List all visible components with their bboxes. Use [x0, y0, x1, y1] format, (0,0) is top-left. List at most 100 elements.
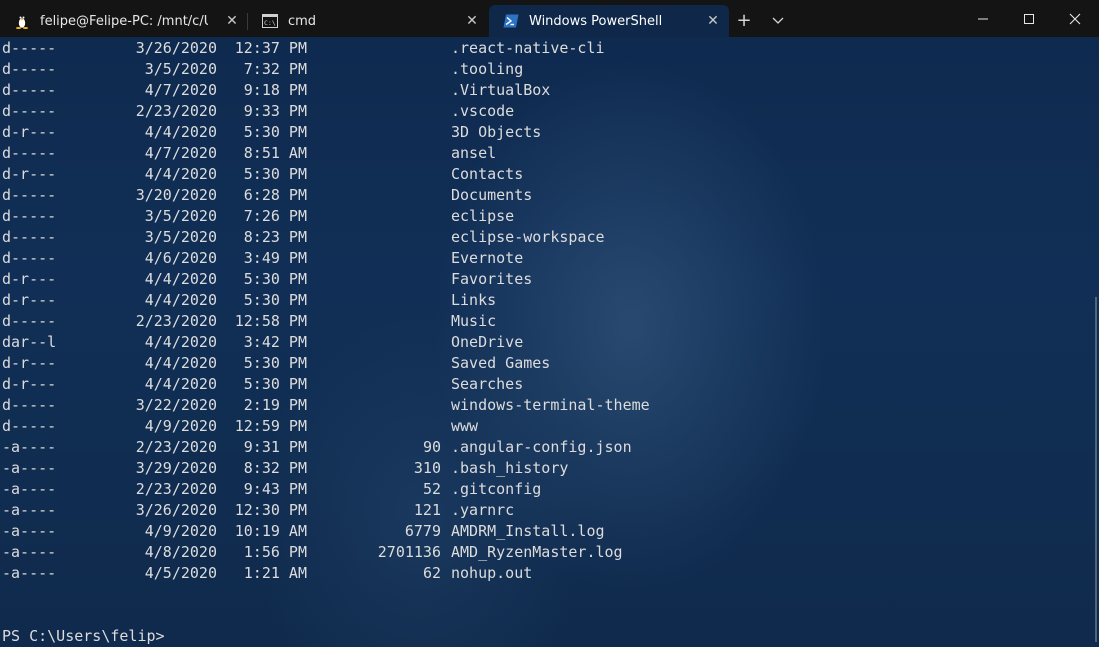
- minimize-icon: [978, 18, 988, 19]
- date-cell: 4/9/2020: [144, 522, 217, 540]
- mode-cell: d-----: [2, 312, 57, 330]
- name-cell: .VirtualBox: [451, 81, 551, 99]
- time-cell: 12:30 PM: [234, 501, 307, 519]
- terminal-output[interactable]: d----- 3/26/2020 12:37 PM .react-native-cli…: [0, 37, 1099, 647]
- mode-cell: -a----: [2, 501, 57, 519]
- length-cell: 121: [413, 501, 441, 519]
- mode-cell: -a----: [2, 543, 57, 561]
- close-icon[interactable]: ✕: [464, 13, 480, 29]
- name-cell: Saved Games: [451, 354, 551, 372]
- name-cell: Music: [451, 312, 497, 330]
- time-cell: 1:56 PM: [243, 543, 307, 561]
- date-cell: 4/4/2020: [144, 270, 217, 288]
- time-cell: 12:58 PM: [234, 312, 307, 330]
- date-cell: 4/4/2020: [144, 375, 217, 393]
- mode-cell: d-----: [2, 102, 57, 120]
- time-cell: 8:51 AM: [243, 144, 307, 162]
- time-cell: 5:30 PM: [243, 354, 307, 372]
- mode-cell: d-r---: [2, 375, 57, 393]
- length-cell: 6779: [404, 522, 441, 540]
- close-icon[interactable]: ✕: [224, 13, 240, 29]
- time-cell: 2:19 PM: [243, 396, 307, 414]
- mode-cell: d-----: [2, 81, 57, 99]
- prompt: PS C:\Users\felip>: [2, 627, 165, 645]
- tab-bar: felipe@Felipe-PC: /mnt/c/Users/ ✕ C:\ cm…: [0, 0, 1099, 37]
- date-cell: 2/23/2020: [135, 438, 217, 456]
- name-cell: www: [451, 417, 479, 435]
- new-tab-button[interactable]: +: [733, 10, 755, 32]
- maximize-button[interactable]: [1006, 0, 1052, 37]
- name-cell: .tooling: [451, 60, 524, 78]
- terminal-window: felipe@Felipe-PC: /mnt/c/Users/ ✕ C:\ cm…: [0, 0, 1099, 647]
- time-cell: 5:30 PM: [243, 375, 307, 393]
- time-cell: 3:42 PM: [243, 333, 307, 351]
- date-cell: 3/5/2020: [144, 60, 217, 78]
- date-cell: 4/4/2020: [144, 291, 217, 309]
- time-cell: 5:30 PM: [243, 270, 307, 288]
- date-cell: 3/26/2020: [135, 39, 217, 57]
- mode-cell: dar--l: [2, 333, 57, 351]
- date-cell: 4/8/2020: [144, 543, 217, 561]
- length-cell: 2701136: [377, 543, 441, 561]
- name-cell: Favorites: [451, 270, 533, 288]
- time-cell: 5:30 PM: [243, 123, 307, 141]
- length-cell: 52: [422, 480, 441, 498]
- tab-wsl[interactable]: felipe@Felipe-PC: /mnt/c/Users/ ✕: [0, 5, 248, 37]
- close-icon: [1069, 13, 1081, 24]
- date-cell: 3/20/2020: [135, 186, 217, 204]
- maximize-icon: [1024, 13, 1034, 24]
- name-cell: Links: [451, 291, 497, 309]
- name-cell: .angular-config.json: [451, 438, 632, 456]
- name-cell: AMD_RyzenMaster.log: [451, 543, 623, 561]
- mode-cell: d-----: [2, 396, 57, 414]
- tab-title: cmd: [288, 13, 317, 29]
- length-cell: 62: [422, 564, 441, 582]
- chevron-down-icon[interactable]: [768, 12, 788, 30]
- mode-cell: -a----: [2, 459, 57, 477]
- date-cell: 3/5/2020: [144, 207, 217, 225]
- name-cell: Documents: [451, 186, 533, 204]
- scrollbar[interactable]: [1095, 297, 1097, 642]
- minimize-button[interactable]: [960, 0, 1006, 37]
- date-cell: 4/5/2020: [144, 564, 217, 582]
- name-cell: nohup.out: [451, 564, 533, 582]
- tab-powershell[interactable]: Windows PowerShell ✕: [489, 5, 729, 37]
- mode-cell: d-r---: [2, 354, 57, 372]
- mode-cell: -a----: [2, 564, 57, 582]
- time-cell: 7:26 PM: [243, 207, 307, 225]
- time-cell: 5:30 PM: [243, 165, 307, 183]
- mode-cell: d-r---: [2, 123, 57, 141]
- linux-penguin-icon: [14, 13, 30, 29]
- time-cell: 5:30 PM: [243, 291, 307, 309]
- date-cell: 4/4/2020: [144, 165, 217, 183]
- date-cell: 2/23/2020: [135, 312, 217, 330]
- time-cell: 6:28 PM: [243, 186, 307, 204]
- time-cell: 9:18 PM: [243, 81, 307, 99]
- close-icon[interactable]: ✕: [705, 13, 721, 29]
- time-cell: 1:21 AM: [243, 564, 307, 582]
- length-cell: 310: [413, 459, 441, 477]
- mode-cell: d-r---: [2, 291, 57, 309]
- svg-text:C:\: C:\: [264, 19, 276, 27]
- date-cell: 4/4/2020: [144, 354, 217, 372]
- time-cell: 9:43 PM: [243, 480, 307, 498]
- time-cell: 7:32 PM: [243, 60, 307, 78]
- date-cell: 4/9/2020: [144, 417, 217, 435]
- mode-cell: -a----: [2, 480, 57, 498]
- date-cell: 4/6/2020: [144, 249, 217, 267]
- time-cell: 9:31 PM: [243, 438, 307, 456]
- name-cell: .react-native-cli: [451, 39, 605, 57]
- name-cell: .gitconfig: [451, 480, 542, 498]
- mode-cell: -a----: [2, 438, 57, 456]
- date-cell: 3/5/2020: [144, 228, 217, 246]
- name-cell: Searches: [451, 375, 524, 393]
- date-cell: 3/29/2020: [135, 459, 217, 477]
- name-cell: .vscode: [451, 102, 515, 120]
- date-cell: 3/26/2020: [135, 501, 217, 519]
- mode-cell: -a----: [2, 522, 57, 540]
- tab-cmd[interactable]: C:\ cmd ✕: [248, 5, 488, 37]
- date-cell: 4/4/2020: [144, 333, 217, 351]
- close-window-button[interactable]: [1052, 0, 1098, 37]
- date-cell: 2/23/2020: [135, 480, 217, 498]
- time-cell: 8:32 PM: [243, 459, 307, 477]
